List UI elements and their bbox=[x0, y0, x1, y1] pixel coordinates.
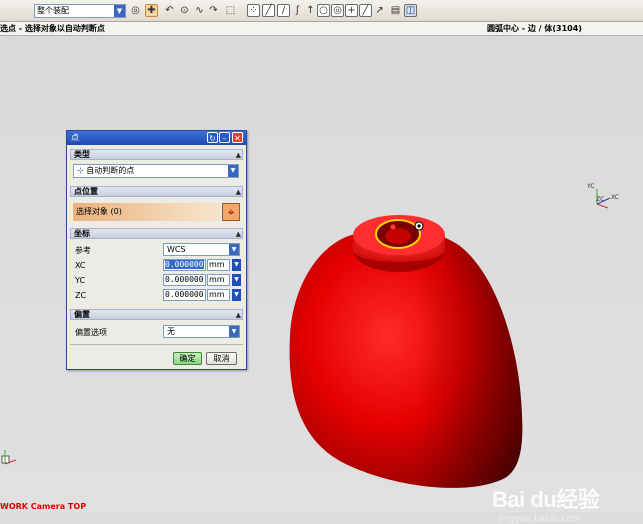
svg-text:XC: XC bbox=[611, 194, 619, 201]
ok-button[interactable]: 确定 bbox=[173, 352, 202, 365]
wcs-triad: YC ZC XC bbox=[586, 183, 619, 209]
xc-input[interactable]: 0.000000 bbox=[163, 259, 206, 271]
crosshair-icon: ⌖ bbox=[227, 205, 235, 219]
zc-unit: mm bbox=[207, 289, 230, 301]
divider bbox=[70, 344, 243, 345]
inner-boss bbox=[385, 228, 411, 244]
section-coords-header[interactable]: 坐标 ▲ bbox=[70, 228, 243, 239]
offset-option-label: 偏置选项 bbox=[75, 328, 107, 337]
curve-icon[interactable]: ∿ bbox=[193, 4, 206, 17]
snap-arrow-icon[interactable]: ↗ bbox=[373, 4, 386, 17]
chevron-down-icon[interactable]: ▼ bbox=[228, 165, 238, 177]
minimize-icon[interactable]: – bbox=[219, 132, 230, 143]
zc-menu-icon[interactable]: ▼ bbox=[232, 289, 241, 301]
offset-option-dropdown[interactable]: 无 ▼ bbox=[163, 325, 240, 338]
chevron-down-icon[interactable]: ▼ bbox=[229, 244, 239, 255]
camera-label: WORK Camera TOP bbox=[0, 502, 87, 511]
section-location-header[interactable]: 点位置 ▲ bbox=[70, 186, 243, 197]
reference-label: 参考 bbox=[75, 246, 91, 255]
rotate-icon[interactable]: ↶ bbox=[163, 4, 176, 17]
tangent-icon[interactable]: ↷ bbox=[207, 4, 220, 17]
reset-icon[interactable]: ↻ bbox=[207, 132, 218, 143]
section-offset-header[interactable]: 偏置 ▲ bbox=[70, 309, 243, 320]
watermark: Bai du经验 jingyan.baidu.com bbox=[492, 482, 600, 524]
xc-unit: mm bbox=[207, 259, 230, 271]
xc-label: XC bbox=[75, 261, 86, 270]
dialog-title-bar[interactable]: 点 ↻ – ✕ bbox=[67, 131, 246, 145]
snap-center-icon[interactable]: ○ bbox=[317, 4, 330, 17]
svg-text:YC: YC bbox=[586, 183, 595, 190]
frame-select-icon[interactable]: ⬚ bbox=[224, 4, 237, 17]
snap-line2-icon[interactable]: ╱ bbox=[359, 4, 372, 17]
top-toolbar: 整个装配 ▼ ◎ ✚ ↶ ⊙ ∿ ↷ ⬚ ⁘ ╱ ∕ ʃ ↑ ○ ◎ + ╱ ↗… bbox=[0, 0, 643, 22]
cancel-button[interactable]: 取消 bbox=[206, 352, 237, 365]
absolute-csys-triad bbox=[1, 450, 17, 465]
reference-dropdown[interactable]: WCS ▼ bbox=[163, 243, 240, 256]
snap-quadrant-icon[interactable]: ◎ bbox=[331, 4, 344, 17]
assembly-filter-icon[interactable]: ◎ bbox=[129, 4, 142, 17]
point-type-dropdown[interactable]: ⊹ 自动判断的点 ▼ bbox=[73, 164, 239, 178]
yc-input[interactable]: 0.000000 bbox=[163, 274, 206, 286]
yc-unit: mm bbox=[207, 274, 230, 286]
pick-point-button[interactable]: ⌖ bbox=[222, 203, 240, 221]
selection-info-text: 圆弧中心 - 边 / 体(3104) bbox=[487, 24, 582, 33]
chevron-down-icon[interactable]: ▼ bbox=[229, 326, 239, 337]
yc-label: YC bbox=[75, 276, 86, 285]
yc-menu-icon[interactable]: ▼ bbox=[232, 274, 241, 286]
snap-line-icon[interactable]: ∕ bbox=[277, 4, 290, 17]
watermark-url: jingyan.baidu.com bbox=[498, 514, 582, 524]
select-object-row[interactable]: 选择对象 (0) bbox=[73, 203, 220, 221]
inferred-point-icon: ⊹ bbox=[77, 166, 84, 175]
view-icon[interactable]: ◫ bbox=[404, 4, 417, 17]
zc-label: ZC bbox=[75, 291, 87, 300]
close-icon[interactable]: ✕ bbox=[232, 132, 243, 143]
selection-scope-value: 整个装配 bbox=[37, 6, 69, 15]
snap-end-icon[interactable]: ╱ bbox=[262, 4, 275, 17]
snap-curve-icon[interactable]: ʃ bbox=[291, 4, 304, 17]
snap-intersection-icon[interactable]: + bbox=[345, 4, 358, 17]
zc-input[interactable]: 0.000000 bbox=[163, 289, 206, 301]
collapse-icon[interactable]: ▲ bbox=[236, 187, 241, 197]
chevron-down-icon[interactable]: ▼ bbox=[114, 5, 125, 17]
point-tool-icon[interactable]: ⊙ bbox=[178, 4, 191, 17]
dialog-title: 点 bbox=[71, 133, 79, 142]
section-type-header[interactable]: 类型 ▲ bbox=[70, 149, 243, 160]
collapse-icon[interactable]: ▲ bbox=[236, 229, 241, 239]
status-line: 选点 - 选择对象以自动判断点 圆弧中心 - 边 / 体(3104) bbox=[0, 22, 643, 36]
collapse-icon[interactable]: ▲ bbox=[236, 150, 241, 160]
collapse-icon[interactable]: ▲ bbox=[236, 310, 241, 320]
layer-icon[interactable]: ▤ bbox=[389, 4, 402, 17]
svg-text:ZC: ZC bbox=[596, 196, 604, 203]
point-dialog: 点 ↻ – ✕ 类型 ▲ ⊹ 自动判断的点 ▼ 点位置 ▲ 选择对象 (0) ⌖… bbox=[66, 130, 247, 370]
snap-point-icon[interactable]: ⁘ bbox=[247, 4, 260, 17]
inner-pin bbox=[390, 224, 396, 230]
xc-menu-icon[interactable]: ▼ bbox=[232, 259, 241, 271]
watermark-logo: Bai du经验 bbox=[492, 487, 600, 512]
selection-priority-icon[interactable]: ✚ bbox=[145, 4, 158, 17]
snap-up-icon[interactable]: ↑ bbox=[304, 4, 317, 17]
prompt-text: 选点 - 选择对象以自动判断点 bbox=[0, 24, 105, 33]
selection-scope-dropdown[interactable]: 整个装配 ▼ bbox=[34, 4, 126, 18]
